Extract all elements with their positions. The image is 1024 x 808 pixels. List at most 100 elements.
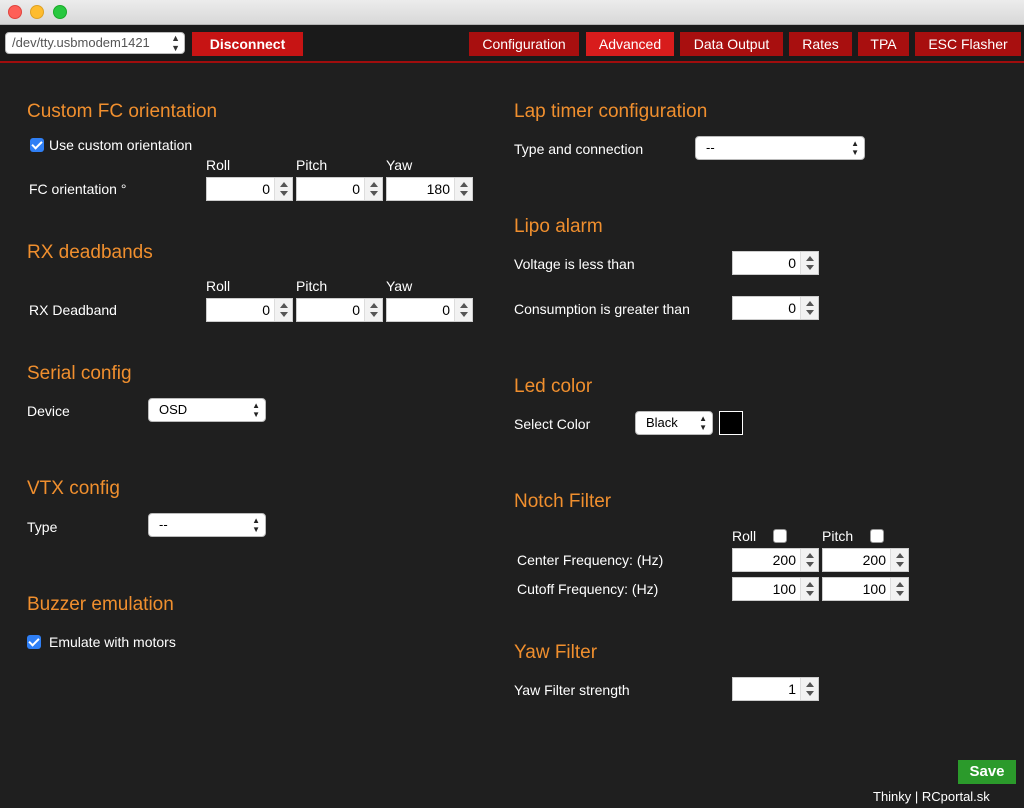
save-button[interactable]: Save [958, 760, 1016, 784]
notch-filter-title: Notch Filter [514, 491, 612, 512]
emulate-with-motors-checkbox[interactable] [27, 635, 41, 649]
yaw-filter-strength-input[interactable]: 1 [732, 677, 819, 701]
notch-roll-checkbox[interactable] [773, 529, 787, 543]
lap-type-value: -- [706, 140, 715, 155]
toolbar: /dev/tty.usbmodem1421 ▲ ▼ Disconnect Conf… [0, 25, 1024, 63]
close-window-button[interactable] [8, 5, 22, 19]
vtx-type-label: Type [27, 519, 58, 535]
cutoff-pitch-value: 100 [862, 581, 886, 597]
fc-yaw-input[interactable]: 180 [386, 177, 473, 201]
cutoff-pitch-input[interactable]: 100 [822, 577, 909, 601]
fc-roll-input[interactable]: 0 [206, 177, 293, 201]
window-titlebar [0, 0, 1024, 25]
spinner-icon[interactable] [274, 178, 292, 200]
fc-roll-header: Roll [206, 157, 231, 173]
buzzer-emulation-title: Buzzer emulation [27, 594, 174, 615]
lap-type-select[interactable]: -- ▲ ▼ [695, 136, 865, 160]
tab-advanced[interactable]: Advanced [586, 32, 674, 56]
led-color-title: Led color [514, 376, 593, 397]
fc-pitch-header: Pitch [296, 157, 328, 173]
spinner-icon[interactable] [800, 549, 818, 571]
vtx-config-title: VTX config [27, 478, 120, 499]
port-value: /dev/tty.usbmodem1421 [12, 35, 150, 50]
minimize-window-button[interactable] [30, 5, 44, 19]
disconnect-button[interactable]: Disconnect [192, 32, 303, 56]
led-color-swatch [719, 411, 743, 435]
fc-pitch-input[interactable]: 0 [296, 177, 383, 201]
chevron-updown-icon: ▲ ▼ [851, 139, 859, 157]
footer-credit: Thinky | RCportal.sk [873, 789, 990, 804]
fc-yaw-value: 180 [426, 181, 450, 197]
fc-orientation-label: FC orientation ° [29, 181, 127, 197]
port-select[interactable]: /dev/tty.usbmodem1421 ▲ ▼ [5, 32, 185, 54]
rx-yaw-header: Yaw [386, 278, 413, 294]
lap-type-label: Type and connection [514, 141, 644, 157]
rx-roll-header: Roll [206, 278, 231, 294]
rx-roll-value: 0 [262, 302, 270, 318]
consumption-label: Consumption is greater than [514, 301, 690, 317]
voltage-label: Voltage is less than [514, 256, 635, 272]
zoom-window-button[interactable] [53, 5, 67, 19]
select-color-label: Select Color [514, 416, 591, 432]
voltage-value: 0 [788, 255, 796, 271]
cutoff-roll-input[interactable]: 100 [732, 577, 819, 601]
device-label: Device [27, 403, 70, 419]
tab-rates[interactable]: Rates [789, 32, 852, 56]
center-roll-value: 200 [772, 552, 796, 568]
chevron-updown-icon: ▲ ▼ [252, 401, 260, 419]
center-pitch-value: 200 [862, 552, 886, 568]
rx-pitch-header: Pitch [296, 278, 328, 294]
spinner-icon[interactable] [364, 299, 382, 321]
led-color-select[interactable]: Black ▲ ▼ [635, 411, 713, 435]
tab-esc-flasher[interactable]: ESC Flasher [915, 32, 1021, 56]
spinner-icon[interactable] [890, 549, 908, 571]
cutoff-frequency-label: Cutoff Frequency: (Hz) [517, 581, 659, 597]
vtx-type-value: -- [159, 517, 168, 532]
rx-pitch-value: 0 [352, 302, 360, 318]
rx-deadbands-title: RX deadbands [27, 242, 153, 263]
yaw-filter-strength-label: Yaw Filter strength [514, 682, 630, 698]
vtx-type-select[interactable]: -- ▲ ▼ [148, 513, 266, 537]
chevron-updown-icon: ▲ ▼ [252, 516, 260, 534]
rx-pitch-input[interactable]: 0 [296, 298, 383, 322]
cutoff-roll-value: 100 [772, 581, 796, 597]
spinner-icon[interactable] [364, 178, 382, 200]
notch-pitch-checkbox[interactable] [870, 529, 884, 543]
tab-tpa[interactable]: TPA [858, 32, 909, 56]
fc-orientation-title: Custom FC orientation [27, 101, 218, 122]
spinner-icon[interactable] [800, 678, 818, 700]
led-color-value: Black [646, 415, 678, 430]
spinner-icon[interactable] [454, 178, 472, 200]
fc-roll-value: 0 [262, 181, 270, 197]
chevron-updown-icon: ▲ ▼ [171, 33, 180, 53]
rx-yaw-input[interactable]: 0 [386, 298, 473, 322]
device-select[interactable]: OSD ▲ ▼ [148, 398, 266, 422]
yaw-filter-strength-value: 1 [788, 681, 796, 697]
chevron-updown-icon: ▲ ▼ [699, 414, 707, 432]
tab-data-output[interactable]: Data Output [680, 32, 783, 56]
use-custom-orientation-checkbox[interactable] [30, 138, 44, 152]
fc-pitch-value: 0 [352, 181, 360, 197]
spinner-icon[interactable] [800, 297, 818, 319]
spinner-icon[interactable] [800, 578, 818, 600]
rx-deadband-label: RX Deadband [29, 302, 117, 318]
center-pitch-input[interactable]: 200 [822, 548, 909, 572]
device-value: OSD [159, 402, 188, 417]
notch-roll-label: Roll [732, 528, 757, 544]
notch-pitch-label: Pitch [822, 528, 854, 544]
consumption-input[interactable]: 0 [732, 296, 819, 320]
consumption-value: 0 [788, 300, 796, 316]
serial-config-title: Serial config [27, 363, 132, 384]
spinner-icon[interactable] [890, 578, 908, 600]
use-custom-orientation-label: Use custom orientation [49, 137, 193, 153]
spinner-icon[interactable] [454, 299, 472, 321]
rx-roll-input[interactable]: 0 [206, 298, 293, 322]
center-roll-input[interactable]: 200 [732, 548, 819, 572]
rx-yaw-value: 0 [442, 302, 450, 318]
emulate-with-motors-label: Emulate with motors [49, 634, 176, 650]
fc-yaw-header: Yaw [386, 157, 413, 173]
tab-configuration[interactable]: Configuration [469, 32, 579, 56]
voltage-input[interactable]: 0 [732, 251, 819, 275]
spinner-icon[interactable] [274, 299, 292, 321]
spinner-icon[interactable] [800, 252, 818, 274]
